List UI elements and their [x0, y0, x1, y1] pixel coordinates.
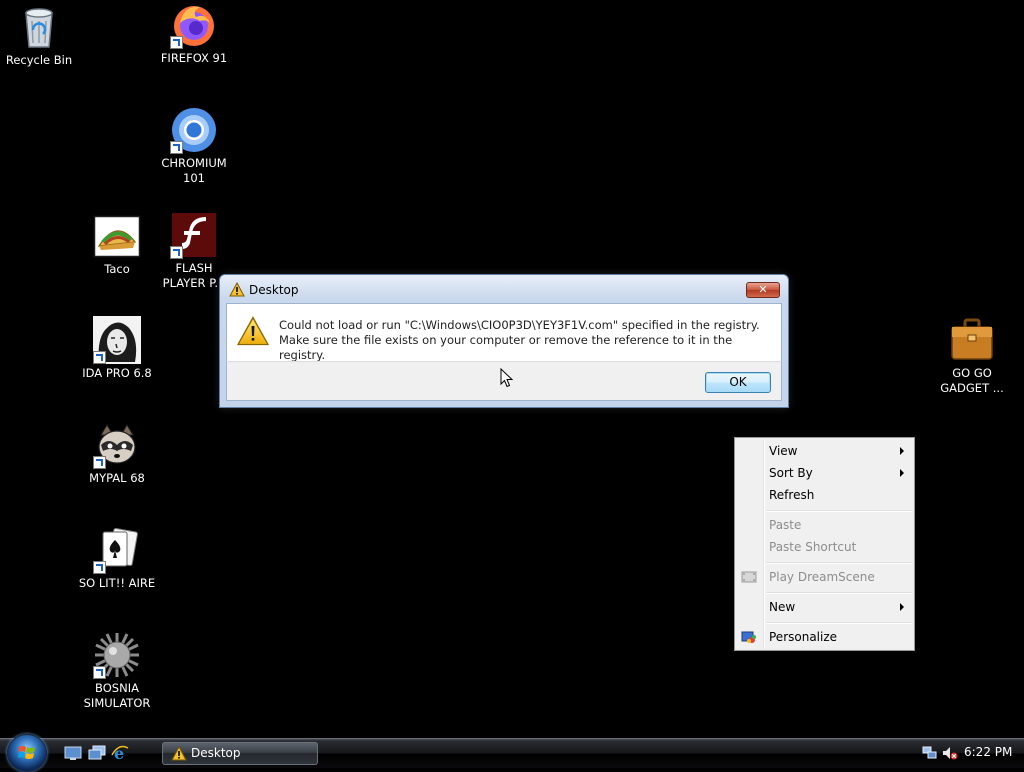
shortcut-arrow-icon [93, 666, 106, 679]
solitaire-desktop-icon[interactable]: SO LIT!! AIRE [78, 526, 156, 591]
menu-item-label: Sort By [769, 466, 813, 480]
shortcut-arrow-icon [170, 36, 183, 49]
menu-item-sort-by[interactable]: Sort By [737, 462, 912, 484]
desktop-icon-label: IDA PRO 6.8 [82, 366, 152, 380]
menu-item-personalize[interactable]: Personalize [737, 626, 912, 648]
dialog-titlebar[interactable]: Desktop ✕ [220, 275, 788, 303]
menu-item-label: New [769, 600, 796, 614]
firefox-icon [170, 1, 218, 49]
menu-item-new[interactable]: New [737, 596, 912, 618]
shortcut-arrow-icon [93, 456, 106, 469]
desktop-icon-label: CHROMIUM 101 [161, 156, 227, 185]
recycle-bin-icon [15, 3, 63, 51]
warning-icon [236, 316, 270, 349]
chromium-icon [170, 106, 218, 154]
menu-item-label: Refresh [769, 488, 815, 502]
firefox-desktop-icon[interactable]: FIREFOX 91 [155, 1, 233, 66]
system-tray: 6:22 PM [918, 739, 1024, 769]
recycle-bin-desktop-icon[interactable]: Recycle Bin [0, 3, 78, 68]
menu-separator [766, 592, 912, 594]
network-icon[interactable] [922, 745, 938, 764]
windows-logo-icon [18, 746, 35, 759]
menu-item-play-dreamscene[interactable]: Play DreamScene [737, 566, 912, 588]
shortcut-arrow-icon [170, 141, 183, 154]
menu-item-label: Paste [769, 518, 802, 532]
chromium-desktop-icon[interactable]: CHROMIUM 101 [155, 106, 233, 186]
dialog-title: Desktop [249, 283, 299, 297]
desktop-icon-label: FIREFOX 91 [160, 51, 228, 65]
show-desktop-icon[interactable] [64, 745, 82, 761]
mypal-desktop-icon[interactable]: MYPAL 68 [78, 421, 156, 486]
spiked-mine-icon [93, 631, 141, 679]
dialog-content: Could not load or run "C:\Windows\CIO0P3… [226, 303, 782, 362]
submenu-arrow-icon [900, 603, 904, 611]
switch-windows-icon[interactable] [88, 745, 106, 761]
menu-item-label: Play DreamScene [769, 570, 875, 584]
close-button[interactable]: ✕ [746, 282, 780, 298]
menu-item-view[interactable]: View [737, 440, 912, 462]
menu-item-label: View [769, 444, 798, 458]
menu-item-label: Paste Shortcut [769, 540, 857, 554]
menu-separator [766, 510, 912, 512]
error-message: Could not load or run "C:\Windows\CIO0P3… [279, 318, 760, 362]
desktop[interactable]: Recycle Bin FIREFOX 91 CHROMIUM 101 Taco… [0, 0, 1024, 738]
taskbar-button-label: Desktop [191, 746, 241, 760]
taco-icon [93, 212, 141, 260]
briefcase-icon [948, 316, 996, 364]
submenu-arrow-icon [900, 469, 904, 477]
menu-item-refresh[interactable]: Refresh [737, 484, 912, 506]
submenu-arrow-icon [900, 447, 904, 455]
desktop-icon-label: Recycle Bin [5, 53, 73, 67]
desktop-icon-label: MYPAL 68 [89, 471, 145, 485]
bosnia-simulator-desktop-icon[interactable]: BOSNIA SIMULATOR [78, 631, 156, 711]
shortcut-arrow-icon [170, 246, 183, 259]
volume-muted-icon[interactable] [942, 745, 958, 764]
desktop-icon-label: Taco [104, 262, 130, 276]
start-button[interactable] [7, 734, 47, 772]
flash-player-icon [170, 211, 218, 259]
mypal-raccoon-icon [93, 421, 141, 469]
go-go-gadget-desktop-icon[interactable]: GO GO GADGET ... [933, 316, 1011, 396]
menu-separator [766, 562, 912, 564]
menu-item-label: Personalize [769, 630, 838, 644]
solitaire-cards-icon [93, 526, 141, 574]
ida-pro-icon [93, 316, 141, 364]
personalize-icon [741, 629, 757, 645]
menu-item-paste[interactable]: Paste [737, 514, 912, 536]
desktop-icon-label: GO GO GADGET ... [940, 366, 1004, 395]
warning-icon [229, 281, 245, 300]
desktop-icon-label: SO LIT!! AIRE [78, 576, 156, 590]
dreamscene-icon [741, 569, 757, 585]
ida-pro-desktop-icon[interactable]: IDA PRO 6.8 [78, 316, 156, 381]
shortcut-arrow-icon [93, 561, 106, 574]
taco-desktop-icon[interactable]: Taco [78, 212, 156, 277]
internet-explorer-icon[interactable]: e [111, 744, 129, 763]
menu-separator [766, 622, 912, 624]
shortcut-arrow-icon [93, 351, 106, 364]
taskbar-button-desktop[interactable]: Desktop [162, 742, 318, 765]
warning-icon [171, 745, 187, 768]
clock[interactable]: 6:22 PM [964, 745, 1012, 759]
menu-item-paste-shortcut[interactable]: Paste Shortcut [737, 536, 912, 558]
desktop-context-menu: View Sort By Refresh Paste Paste Shortcu… [734, 437, 915, 651]
desktop-icon-label: BOSNIA SIMULATOR [83, 681, 151, 710]
mouse-cursor-icon [500, 368, 513, 388]
close-icon: ✕ [758, 283, 768, 296]
ok-button[interactable]: OK [705, 372, 771, 393]
taskbar: e Desktop 6:22 PM [0, 734, 1024, 772]
